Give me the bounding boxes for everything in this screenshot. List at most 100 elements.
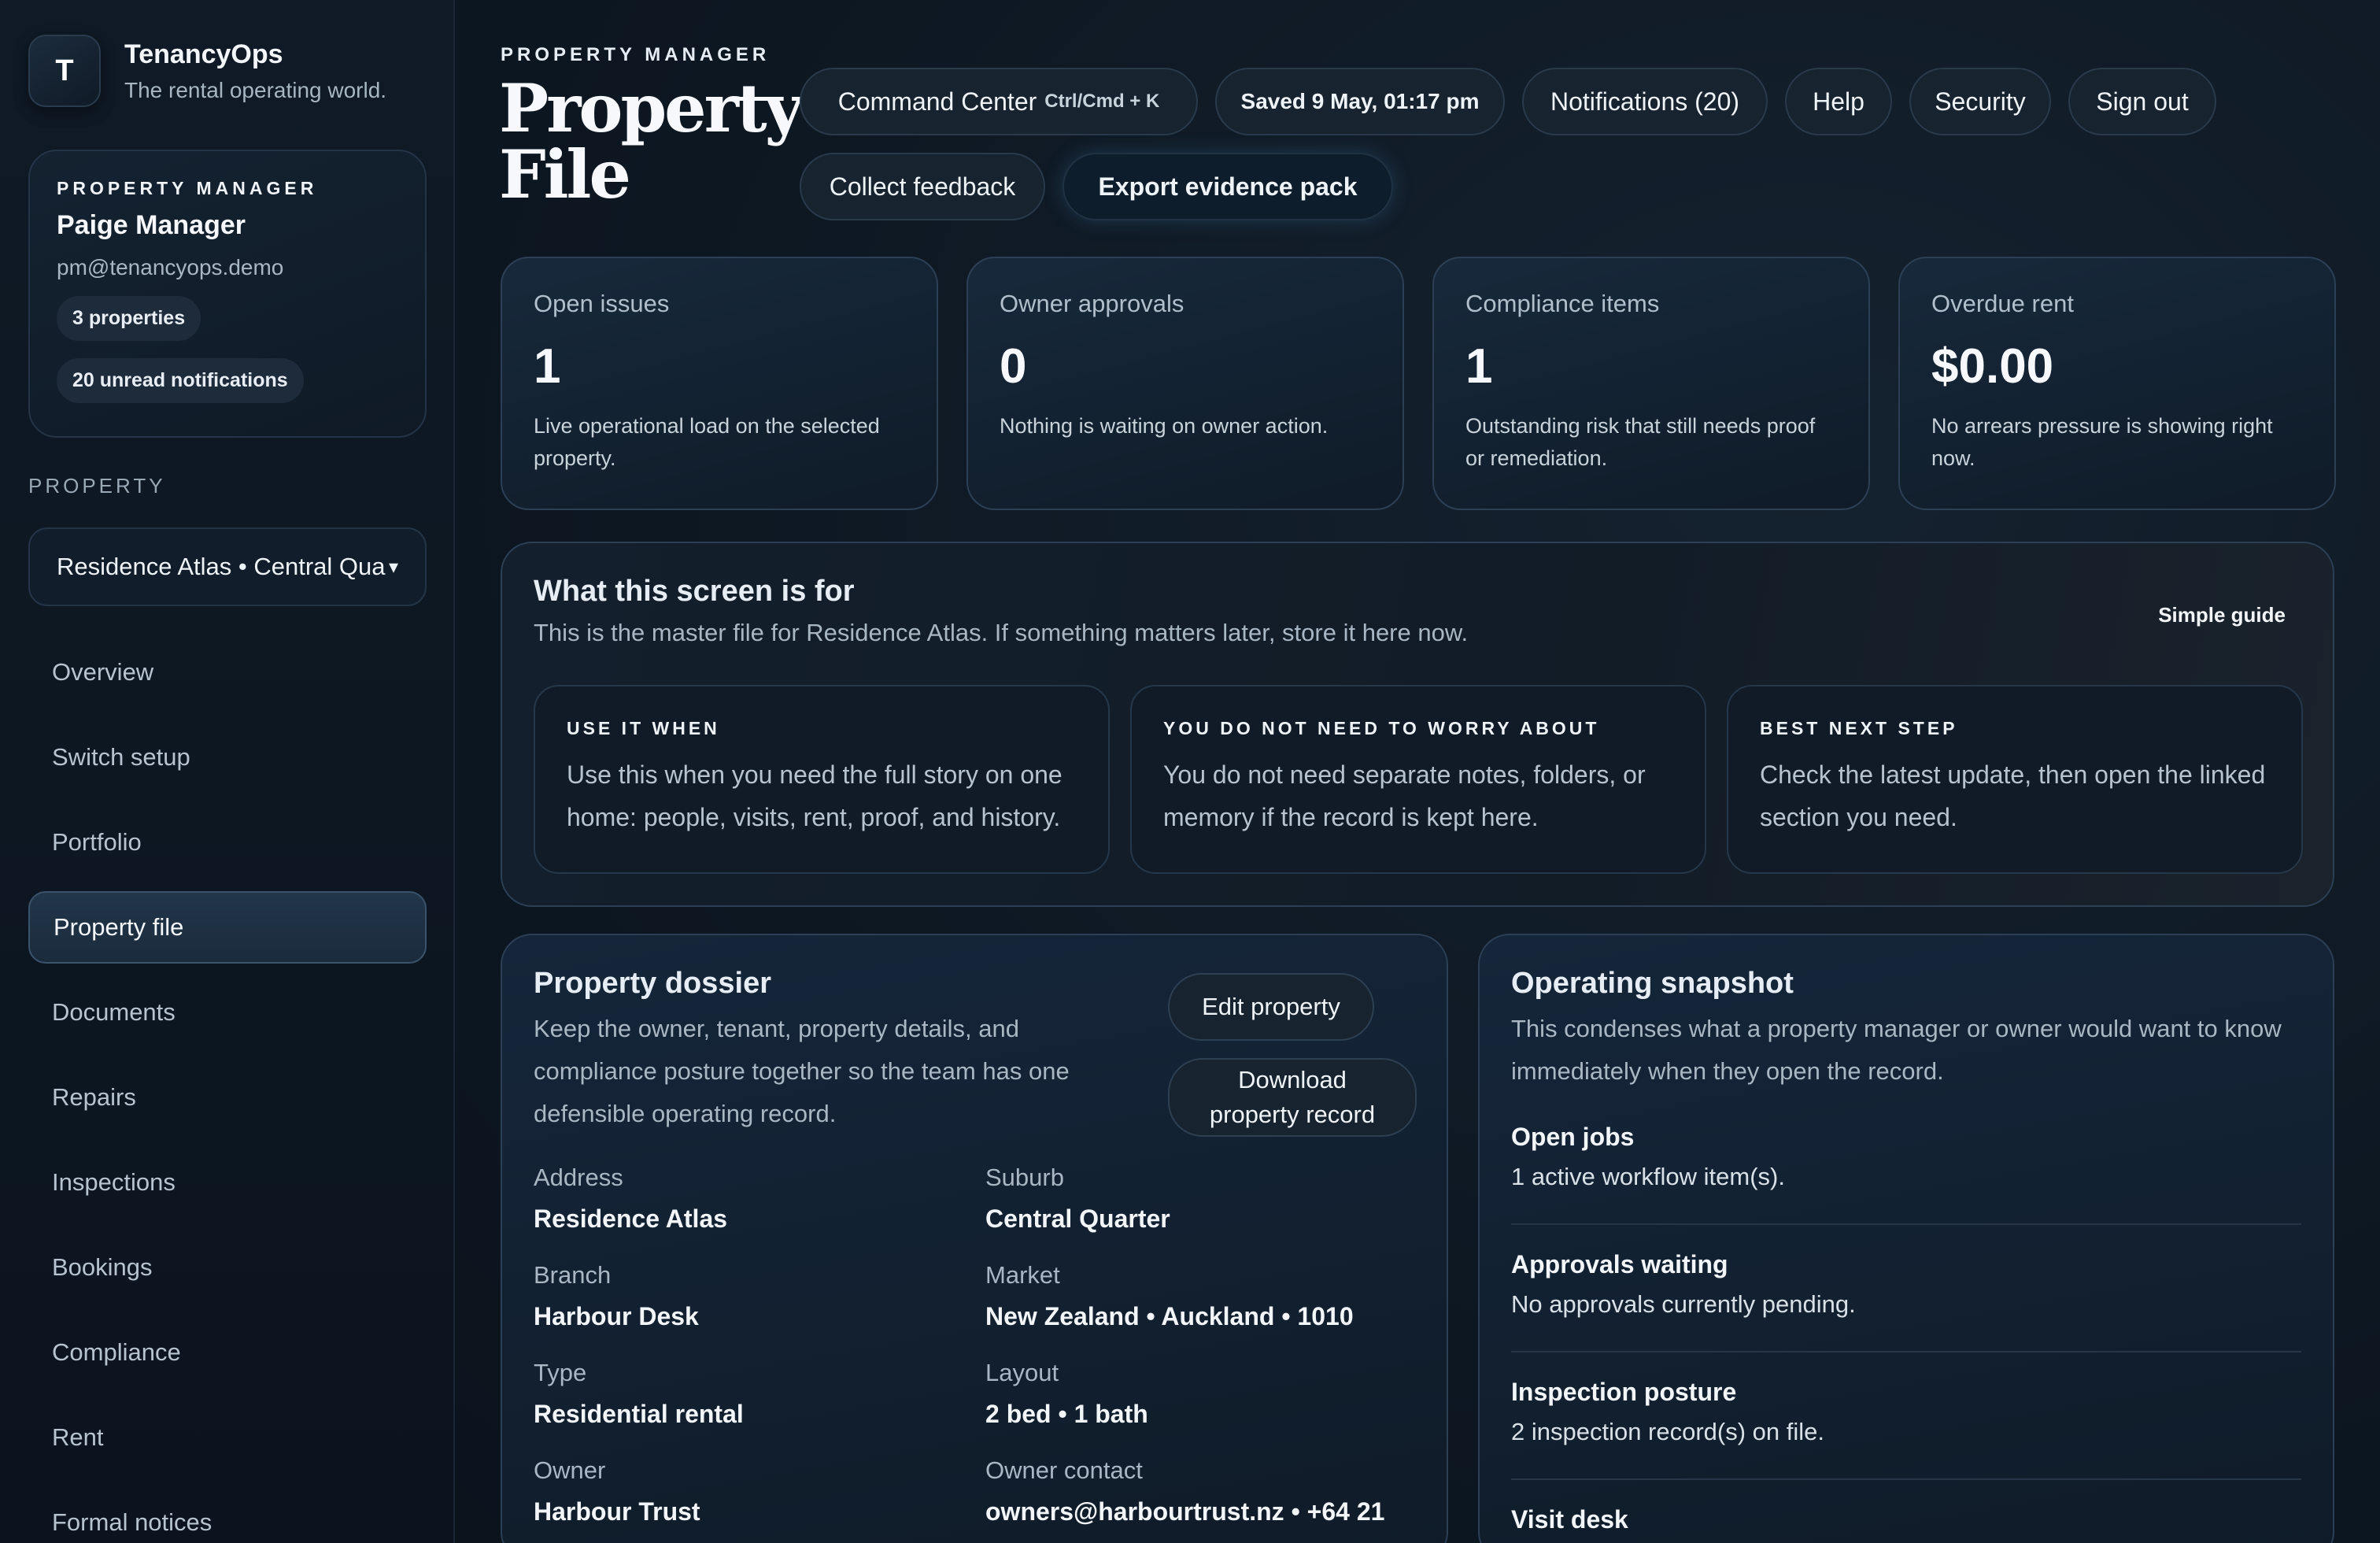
field-value: Residential rental [534,1400,744,1428]
stat-card-overdue-rent[interactable]: Overdue rent $0.00 No arrears pressure i… [1898,257,2336,510]
stat-value: 1 [534,339,561,394]
stat-card-owner-approvals[interactable]: Owner approvals 0 Nothing is waiting on … [966,257,1404,510]
sidebar-item-compliance[interactable]: Compliance [28,1316,427,1389]
field-label: Market [985,1261,1060,1289]
tip-eyebrow: You do not need to worry about [1163,718,1600,738]
sidebar-item-overview[interactable]: Overview [28,636,427,709]
collect-feedback-button[interactable]: Collect feedback [800,153,1045,220]
user-name: Paige Manager [57,210,246,240]
snapshot-item-title: Approvals waiting [1511,1250,1728,1278]
divider [1511,1223,2301,1225]
field-layout: Layout 2 bed • 1 bath [985,1359,1148,1429]
properties-badge: 3 properties [57,296,201,341]
stat-value: 0 [1000,339,1027,394]
field-label: Branch [534,1261,612,1289]
field-value: New Zealand • Auckland • 1010 [985,1302,1354,1330]
tip-text: Check the latest update, then open the l… [1760,760,2266,831]
dossier-desc: Keep the owner, tenant, property details… [534,1015,1070,1127]
sidebar-item-formal-notices[interactable]: Formal notices [28,1486,427,1543]
dossier-title: Property dossier [534,967,771,1000]
tip-card-use-it-when: Use it when Use this when you need the f… [534,685,1110,874]
stat-card-compliance-items[interactable]: Compliance items 1 Outstanding risk that… [1432,257,1870,510]
snapshot-title: Operating snapshot [1511,967,1794,1000]
stat-label: Overdue rent [1931,290,2074,317]
field-owner: Owner Harbour Trust [534,1456,700,1526]
security-button[interactable]: Security [1909,68,2051,135]
stat-label: Compliance items [1465,290,1660,317]
field-value: Harbour Desk [534,1302,699,1330]
field-value[interactable]: owners@harbourtrust.nz • +64 21 [985,1497,1384,1526]
sign-out-button[interactable]: Sign out [2068,68,2216,135]
brand-name: TenancyOps [124,39,283,69]
tip-card-next-step: Best next step Check the latest update, … [1727,685,2303,874]
user-card: Property Manager Paige Manager pm@tenanc… [28,150,427,438]
stat-label: Open issues [534,290,670,317]
stat-label: Owner approvals [1000,290,1184,317]
simple-guide-link[interactable]: Simple guide [2158,603,2286,627]
screen-guide-panel: What this screen is for This is the mast… [501,542,2334,907]
command-center-button[interactable]: Command Center Ctrl/Cmd + K [800,68,1198,135]
field-label: Type [534,1359,587,1386]
tip-eyebrow: Best next step [1760,718,1958,738]
sidebar-item-inspections[interactable]: Inspections [28,1146,427,1219]
sidebar-nav: Overview Switch setup Portfolio Property… [28,636,427,1543]
stat-value: 1 [1465,339,1493,394]
field-branch: Branch Harbour Desk [534,1261,699,1331]
field-label: Owner contact [985,1456,1143,1484]
tip-text: Use this when you need the full story on… [567,760,1062,831]
snapshot-item-visit-desk: Visit desk [1511,1505,2301,1534]
brand-logo: T [28,35,101,107]
user-email: pm@tenancyops.demo [57,255,284,279]
tip-card-no-worry: You do not need to worry about You do no… [1130,685,1706,874]
divider [1511,1478,2301,1480]
guide-subtitle: This is the master file for Residence At… [534,619,1469,646]
field-label: Owner [534,1456,606,1484]
sidebar-item-rent[interactable]: Rent [28,1401,427,1474]
operating-snapshot-panel: Operating snapshot This condenses what a… [1478,934,2334,1543]
chevron-down-icon: ▾ [388,556,398,578]
field-owner-contact: Owner contact owners@harbourtrust.nz • +… [985,1456,1384,1526]
snapshot-item-desc: No approvals currently pending. [1511,1290,1856,1318]
help-button[interactable]: Help [1785,68,1892,135]
snapshot-item-title: Open jobs [1511,1123,1635,1151]
main-content: PROPERTY MANAGER Property File Command C… [455,0,2380,1543]
field-value: 2 bed • 1 bath [985,1400,1148,1428]
snapshot-item-inspection: Inspection posture 2 inspection record(s… [1511,1378,2301,1446]
sidebar-item-repairs[interactable]: Repairs [28,1061,427,1134]
guide-title: What this screen is for [534,575,855,608]
command-center-label: Command Center [837,87,1037,116]
sidebar: T TenancyOps The rental operating world.… [0,0,455,1543]
tip-eyebrow: Use it when [567,718,720,738]
notifications-button[interactable]: Notifications (20) [1522,68,1768,135]
stat-desc: No arrears pressure is showing right now… [1931,414,2273,470]
saved-status-button[interactable]: Saved 9 May, 01:17 pm [1215,68,1505,135]
stat-desc: Outstanding risk that still needs proof … [1465,414,1816,470]
brand[interactable]: T TenancyOps The rental operating world. [28,35,386,107]
snapshot-item-desc: 1 active workflow item(s). [1511,1163,1785,1190]
stat-card-open-issues[interactable]: Open issues 1 Live operational load on t… [501,257,938,510]
brand-tagline: The rental operating world. [124,77,387,102]
field-address: Address Residence Atlas [534,1164,727,1234]
property-select-value: Residence Atlas • Central Quarter [57,553,386,580]
download-property-record-button[interactable]: Download property record [1168,1058,1417,1137]
sidebar-item-switch-setup[interactable]: Switch setup [28,721,427,794]
sidebar-item-portfolio[interactable]: Portfolio [28,806,427,879]
property-dossier-panel: Property dossier Keep the owner, tenant,… [501,934,1448,1543]
field-label: Suburb [985,1164,1064,1191]
field-market: Market New Zealand • Auckland • 1010 [985,1261,1354,1331]
notifications-badge[interactable]: 20 unread notifications [57,358,304,403]
field-label: Layout [985,1359,1059,1386]
snapshot-item-approvals: Approvals waiting No approvals currently… [1511,1250,2301,1319]
sidebar-item-documents[interactable]: Documents [28,976,427,1049]
sidebar-item-bookings[interactable]: Bookings [28,1231,427,1304]
page-eyebrow: PROPERTY MANAGER [501,44,771,65]
stat-desc: Nothing is waiting on owner action. [1000,414,1329,438]
snapshot-item-open-jobs: Open jobs 1 active workflow item(s). [1511,1123,2301,1191]
field-value: Residence Atlas [534,1204,728,1233]
property-select[interactable]: Residence Atlas • Central Quarter ▾ [28,527,427,606]
snapshot-item-desc: 2 inspection record(s) on file. [1511,1418,1825,1445]
sidebar-item-property-file[interactable]: Property file [28,891,427,964]
edit-property-button[interactable]: Edit property [1168,973,1374,1041]
export-evidence-button[interactable]: Export evidence pack [1062,153,1393,220]
field-type: Type Residential rental [534,1359,744,1429]
